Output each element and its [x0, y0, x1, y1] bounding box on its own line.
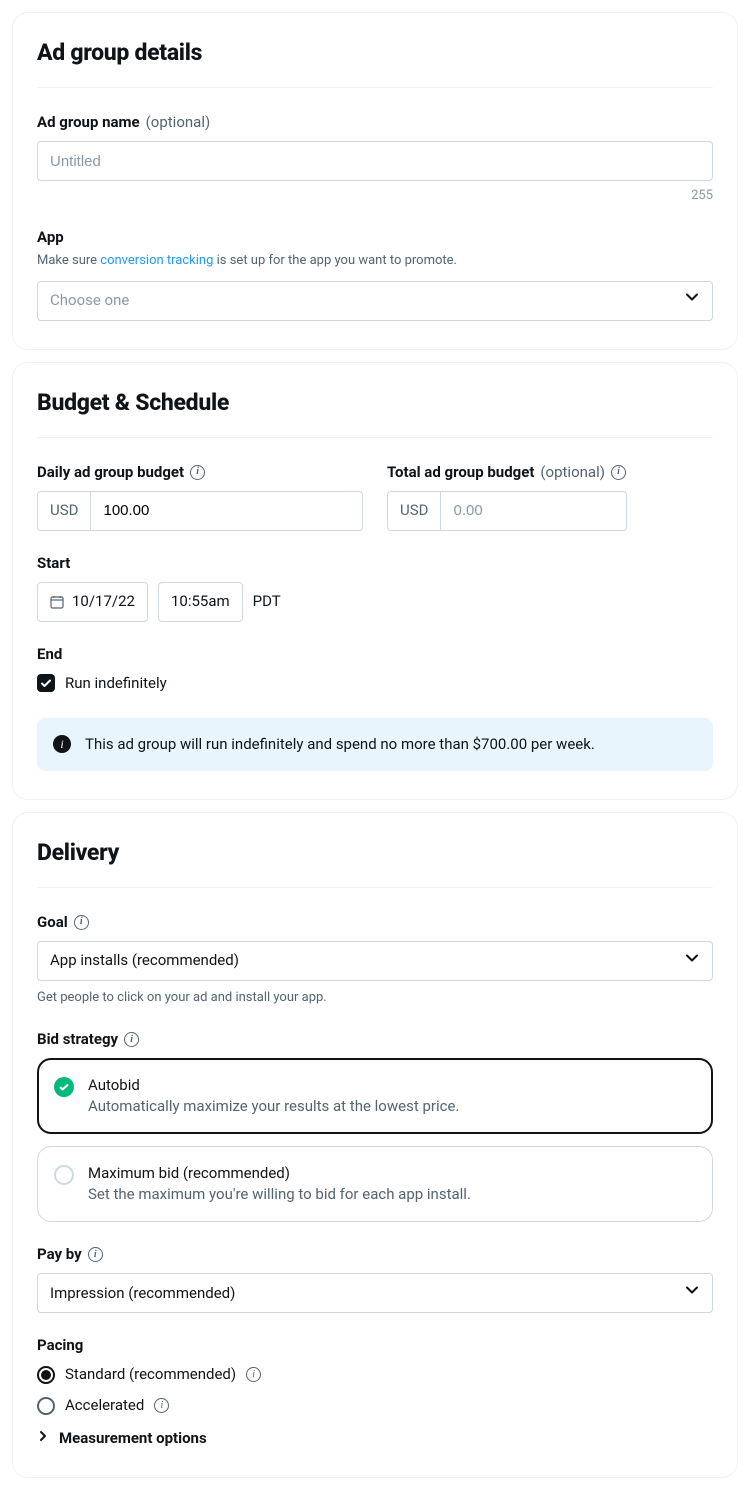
delivery-card: Delivery Goal i App installs (recommende… — [12, 812, 738, 1478]
app-helper: Make sure conversion tracking is set up … — [37, 252, 713, 270]
budget-schedule-card: Budget & Schedule Daily ad group budget … — [12, 362, 738, 800]
measurement-options-toggle[interactable]: Measurement options — [37, 1428, 713, 1449]
run-indefinitely-label: Run indefinitely — [65, 673, 167, 694]
bid-strategy-label: Bid strategy — [37, 1029, 118, 1050]
start-date-value: 10/17/22 — [72, 591, 135, 612]
divider — [37, 437, 713, 438]
currency-prefix: USD — [387, 491, 440, 531]
ad-group-details-card: Ad group details Ad group name (optional… — [12, 12, 738, 350]
app-field: App Make sure conversion tracking is set… — [37, 227, 713, 320]
delivery-title: Delivery — [37, 837, 713, 869]
app-select[interactable]: Choose one — [37, 281, 713, 321]
optional-label: (optional) — [146, 112, 211, 133]
pay-by-label: Pay by — [37, 1244, 82, 1265]
end-field: End Run indefinitely — [37, 644, 713, 694]
info-icon[interactable]: i — [154, 1398, 169, 1413]
pacing-option-standard[interactable]: Standard (recommended) i — [37, 1364, 713, 1385]
info-filled-icon: i — [53, 735, 71, 753]
bid-option-title: Maximum bid (recommended) — [88, 1163, 471, 1184]
bid-strategy-field: Bid strategy i Autobid Automatically max… — [37, 1029, 713, 1222]
info-icon[interactable]: i — [74, 915, 89, 930]
bid-option-title: Autobid — [88, 1075, 459, 1096]
goal-field: Goal i App installs (recommended) Get pe… — [37, 912, 713, 1007]
check-circle-icon — [54, 1077, 74, 1097]
currency-prefix: USD — [37, 491, 90, 531]
ad-group-details-title: Ad group details — [37, 37, 713, 69]
run-indefinitely-row[interactable]: Run indefinitely — [37, 673, 713, 694]
divider — [37, 887, 713, 888]
pacing-option-accelerated[interactable]: Accelerated i — [37, 1395, 713, 1416]
chevron-down-icon — [684, 289, 700, 312]
end-label: End — [37, 644, 62, 665]
chevron-down-icon — [684, 1282, 700, 1305]
budget-schedule-title: Budget & Schedule — [37, 387, 713, 419]
calendar-icon — [50, 595, 64, 609]
conversion-tracking-link[interactable]: conversion tracking — [100, 253, 213, 268]
daily-budget-input-wrap: USD — [37, 491, 363, 531]
daily-budget-input[interactable] — [90, 491, 363, 531]
pacing-option-label: Standard (recommended) — [65, 1364, 236, 1385]
divider — [37, 87, 713, 88]
radio-empty-icon — [37, 1397, 55, 1415]
pay-by-field: Pay by i Impression (recommended) — [37, 1244, 713, 1313]
info-icon[interactable]: i — [124, 1032, 139, 1047]
info-icon[interactable]: i — [246, 1367, 261, 1382]
total-budget-field: Total ad group budget (optional) i USD — [387, 462, 713, 531]
goal-label: Goal — [37, 912, 68, 933]
start-label: Start — [37, 553, 70, 574]
bid-option-maxbid[interactable]: Maximum bid (recommended) Set the maximu… — [37, 1146, 713, 1222]
radio-empty-icon — [54, 1165, 74, 1185]
ad-group-name-label: Ad group name — [37, 112, 140, 133]
pacing-option-label: Accelerated — [65, 1395, 144, 1416]
bid-option-sub: Set the maximum you're willing to bid fo… — [88, 1184, 471, 1205]
info-icon[interactable]: i — [88, 1247, 103, 1262]
start-time-input[interactable]: 10:55am — [158, 582, 243, 622]
bid-option-autobid[interactable]: Autobid Automatically maximize your resu… — [37, 1058, 713, 1134]
budget-notice-text: This ad group will run indefinitely and … — [85, 734, 595, 755]
ad-group-name-input[interactable] — [50, 142, 700, 180]
optional-label: (optional) — [540, 462, 605, 483]
start-date-input[interactable]: 10/17/22 — [37, 582, 148, 622]
pacing-label: Pacing — [37, 1335, 83, 1356]
pay-by-select[interactable]: Impression (recommended) — [37, 1273, 713, 1313]
total-budget-label: Total ad group budget — [387, 462, 534, 483]
char-count: 255 — [37, 187, 713, 205]
info-icon[interactable]: i — [190, 465, 205, 480]
goal-select[interactable]: App installs (recommended) — [37, 941, 713, 981]
app-label: App — [37, 227, 64, 248]
daily-budget-field: Daily ad group budget i USD — [37, 462, 363, 531]
measurement-options-label: Measurement options — [59, 1428, 207, 1449]
goal-desc: Get people to click on your ad and insta… — [37, 989, 713, 1007]
budget-notice: i This ad group will run indefinitely an… — [37, 718, 713, 771]
app-select-placeholder: Choose one — [50, 290, 129, 311]
ad-group-name-field: Ad group name (optional) 255 — [37, 112, 713, 205]
start-time-value: 10:55am — [171, 591, 230, 612]
run-indefinitely-checkbox[interactable] — [37, 674, 55, 692]
timezone-label: PDT — [253, 591, 281, 612]
chevron-right-icon — [37, 1429, 49, 1449]
bid-option-sub: Automatically maximize your results at t… — [88, 1096, 459, 1117]
daily-budget-label: Daily ad group budget — [37, 462, 184, 483]
goal-select-value: App installs (recommended) — [50, 950, 239, 971]
start-field: Start 10/17/22 10:55am PDT — [37, 553, 713, 622]
total-budget-input-wrap: USD — [387, 491, 627, 531]
radio-selected-icon — [37, 1366, 55, 1384]
pay-by-value: Impression (recommended) — [50, 1283, 235, 1304]
pacing-field: Pacing Standard (recommended) i Accelera… — [37, 1335, 713, 1416]
total-budget-input[interactable] — [440, 491, 627, 531]
info-icon[interactable]: i — [611, 465, 626, 480]
ad-group-name-input-wrap — [37, 141, 713, 181]
budget-row: Daily ad group budget i USD Total ad gro… — [37, 462, 713, 531]
chevron-down-icon — [684, 950, 700, 973]
